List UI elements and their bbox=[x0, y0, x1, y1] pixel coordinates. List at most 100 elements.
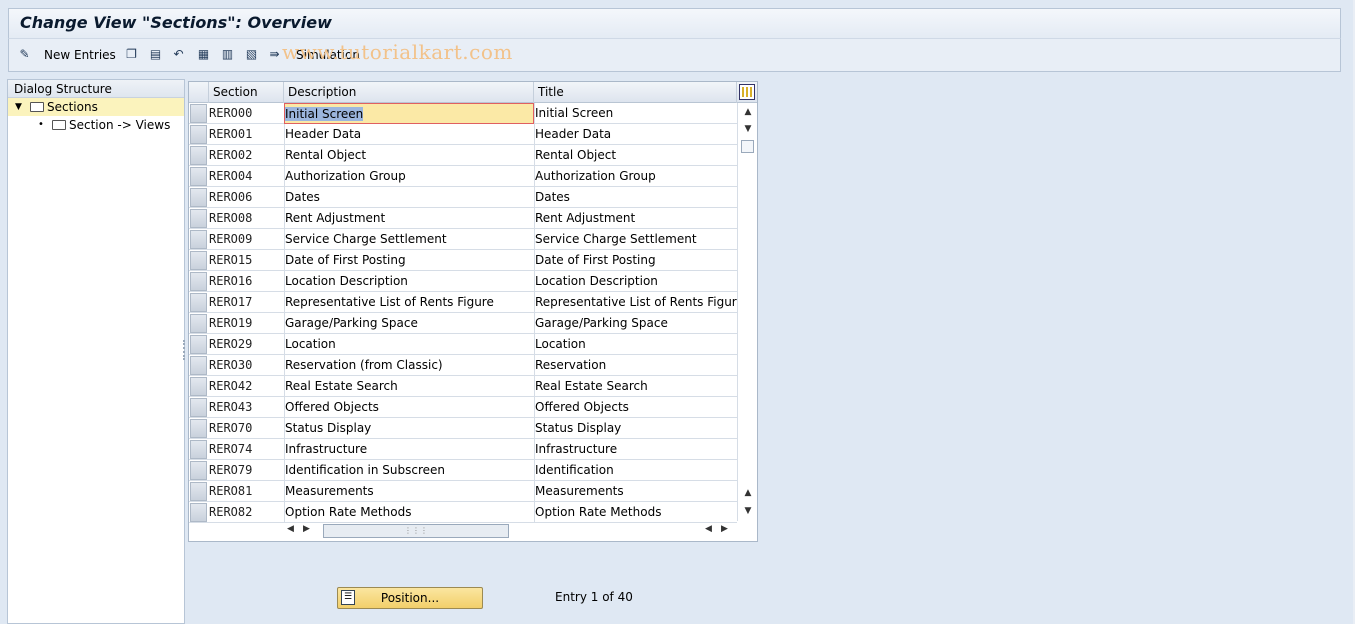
cell-description[interactable]: Authorization Group bbox=[284, 166, 534, 187]
table-row[interactable]: RERO70 Status Display Status Display bbox=[189, 418, 737, 439]
cell-description[interactable]: Real Estate Search bbox=[284, 376, 534, 397]
scroll-page-up-icon[interactable]: ▲ bbox=[741, 486, 755, 500]
table-row[interactable]: RERO30 Reservation (from Classic) Reservat… bbox=[189, 355, 737, 376]
table-row[interactable]: RERO06 Dates Dates bbox=[189, 187, 737, 208]
scroll-right-end-icon[interactable]: ▶ bbox=[721, 524, 728, 534]
delete-icon[interactable]: ▤ bbox=[148, 47, 163, 62]
row-selector[interactable] bbox=[190, 419, 207, 438]
table-row[interactable]: RERO17 Representative List of Rents Figur… bbox=[189, 292, 737, 313]
cell-description[interactable]: Measurements bbox=[284, 481, 534, 502]
row-selector[interactable] bbox=[190, 251, 207, 270]
cell-title[interactable]: Location Description bbox=[534, 271, 737, 292]
table-row[interactable]: RERO82 Option Rate Methods Option Rate Met… bbox=[189, 502, 737, 523]
cell-title[interactable]: Service Charge Settlement bbox=[534, 229, 737, 250]
cell-title[interactable]: Reservation bbox=[534, 355, 737, 376]
cell-description[interactable]: Location bbox=[284, 334, 534, 355]
cell-title[interactable]: Identification bbox=[534, 460, 737, 481]
row-selector[interactable] bbox=[190, 377, 207, 396]
cell-title[interactable]: Rent Adjustment bbox=[534, 208, 737, 229]
cell-description[interactable]: Infrastructure bbox=[284, 439, 534, 460]
new-entries-button[interactable]: New Entries bbox=[44, 48, 116, 62]
table-row[interactable]: RERO00 Initial Screen Initial Screen bbox=[189, 103, 737, 124]
scroll-right-icon[interactable]: ▶ bbox=[303, 524, 310, 534]
table-row[interactable]: RERO02 Rental Object Rental Object bbox=[189, 145, 737, 166]
cell-description[interactable]: Offered Objects bbox=[284, 397, 534, 418]
row-selector[interactable] bbox=[190, 440, 207, 459]
column-header-title[interactable]: Title bbox=[534, 82, 737, 103]
undo-icon[interactable]: ↶ bbox=[171, 47, 186, 62]
scroll-thumb[interactable] bbox=[741, 140, 754, 153]
row-selector[interactable] bbox=[190, 461, 207, 480]
copy-icon[interactable]: ❐ bbox=[124, 47, 139, 62]
cell-title[interactable]: Header Data bbox=[534, 124, 737, 145]
cell-description[interactable]: Garage/Parking Space bbox=[284, 313, 534, 334]
column-header-description[interactable]: Description bbox=[284, 82, 534, 103]
row-selector[interactable] bbox=[190, 209, 207, 228]
scroll-up-icon[interactable]: ▲ bbox=[741, 105, 755, 119]
simulation-icon[interactable]: ⇛ bbox=[267, 47, 282, 62]
row-selector[interactable] bbox=[190, 482, 207, 501]
row-selector[interactable] bbox=[190, 293, 207, 312]
position-button[interactable]: ☰ Position... bbox=[337, 587, 483, 609]
cell-description[interactable]: Header Data bbox=[284, 124, 534, 145]
cell-description[interactable]: Status Display bbox=[284, 418, 534, 439]
cell-description[interactable]: Rent Adjustment bbox=[284, 208, 534, 229]
tree-item-sections[interactable]: ▼ Sections bbox=[8, 98, 184, 116]
row-selector[interactable] bbox=[190, 167, 207, 186]
row-selector[interactable] bbox=[190, 272, 207, 291]
cell-title[interactable]: Initial Screen bbox=[534, 103, 737, 124]
table-row[interactable]: RERO09 Service Charge Settlement Service C… bbox=[189, 229, 737, 250]
cell-description[interactable]: Location Description bbox=[284, 271, 534, 292]
table-row[interactable]: RERO16 Location Description Location Descr… bbox=[189, 271, 737, 292]
cell-title[interactable]: Status Display bbox=[534, 418, 737, 439]
scroll-left-icon[interactable]: ◀ bbox=[287, 524, 294, 534]
scroll-left-end-icon[interactable]: ◀ bbox=[705, 524, 712, 534]
row-selector[interactable] bbox=[190, 230, 207, 249]
scroll-down-icon[interactable]: ▼ bbox=[741, 122, 755, 136]
cell-description[interactable]: Reservation (from Classic) bbox=[284, 355, 534, 376]
cell-title[interactable]: Authorization Group bbox=[534, 166, 737, 187]
row-selector[interactable] bbox=[190, 314, 207, 333]
cell-description[interactable]: Service Charge Settlement bbox=[284, 229, 534, 250]
table-row[interactable]: RERO42 Real Estate Search Real Estate Sear… bbox=[189, 376, 737, 397]
row-selector[interactable] bbox=[190, 125, 207, 144]
cell-description[interactable]: Initial Screen bbox=[284, 103, 534, 124]
select-all-icon[interactable]: ▦ bbox=[196, 47, 211, 62]
table-row[interactable]: RERO01 Header Data Header Data bbox=[189, 124, 737, 145]
table-row[interactable]: RERO79 Identification in Subscreen Identif… bbox=[189, 460, 737, 481]
table-row[interactable]: RERO29 Location Location bbox=[189, 334, 737, 355]
table-row[interactable]: RERO04 Authorization Group Authorization G… bbox=[189, 166, 737, 187]
cell-title[interactable]: Garage/Parking Space bbox=[534, 313, 737, 334]
cell-description[interactable]: Identification in Subscreen bbox=[284, 460, 534, 481]
scroll-page-down-icon[interactable]: ▼ bbox=[741, 504, 755, 518]
cell-title[interactable]: Option Rate Methods bbox=[534, 502, 737, 523]
table-row[interactable]: RERO15 Date of First Posting Date of First… bbox=[189, 250, 737, 271]
row-selector[interactable] bbox=[190, 146, 207, 165]
cell-title[interactable]: Offered Objects bbox=[534, 397, 737, 418]
cell-title[interactable]: Date of First Posting bbox=[534, 250, 737, 271]
row-selector[interactable] bbox=[190, 356, 207, 375]
row-selector[interactable] bbox=[190, 335, 207, 354]
horizontal-scroll-thumb[interactable]: ⋮⋮⋮ bbox=[323, 524, 509, 538]
table-row[interactable]: RERO81 Measurements Measurements bbox=[189, 481, 737, 502]
cell-title[interactable]: Dates bbox=[534, 187, 737, 208]
cell-title[interactable]: Measurements bbox=[534, 481, 737, 502]
select-all-rows-header[interactable] bbox=[189, 82, 209, 103]
cell-description[interactable]: Rental Object bbox=[284, 145, 534, 166]
expand-triangle-icon[interactable]: ▼ bbox=[15, 98, 22, 116]
cell-title[interactable]: Real Estate Search bbox=[534, 376, 737, 397]
select-block-icon[interactable]: ▥ bbox=[220, 47, 235, 62]
row-selector[interactable] bbox=[190, 104, 207, 123]
table-row[interactable]: RERO43 Offered Objects Offered Objects bbox=[189, 397, 737, 418]
edit-pencil-icon[interactable]: ✎ bbox=[17, 47, 32, 62]
row-selector[interactable] bbox=[190, 398, 207, 417]
table-settings-icon[interactable] bbox=[739, 84, 755, 100]
vertical-scrollbar[interactable]: ▲ ▼ ▲ ▼ bbox=[737, 103, 757, 521]
horizontal-scrollbar[interactable]: ◀ ▶ ⋮⋮⋮ ◀ ▶ bbox=[283, 522, 737, 540]
table-row[interactable]: RERO19 Garage/Parking Space Garage/Parking… bbox=[189, 313, 737, 334]
cell-description[interactable]: Representative List of Rents Figure bbox=[284, 292, 534, 313]
row-selector[interactable] bbox=[190, 503, 207, 522]
cell-title[interactable]: Infrastructure bbox=[534, 439, 737, 460]
table-row[interactable]: RERO08 Rent Adjustment Rent Adjustment bbox=[189, 208, 737, 229]
cell-description[interactable]: Date of First Posting bbox=[284, 250, 534, 271]
